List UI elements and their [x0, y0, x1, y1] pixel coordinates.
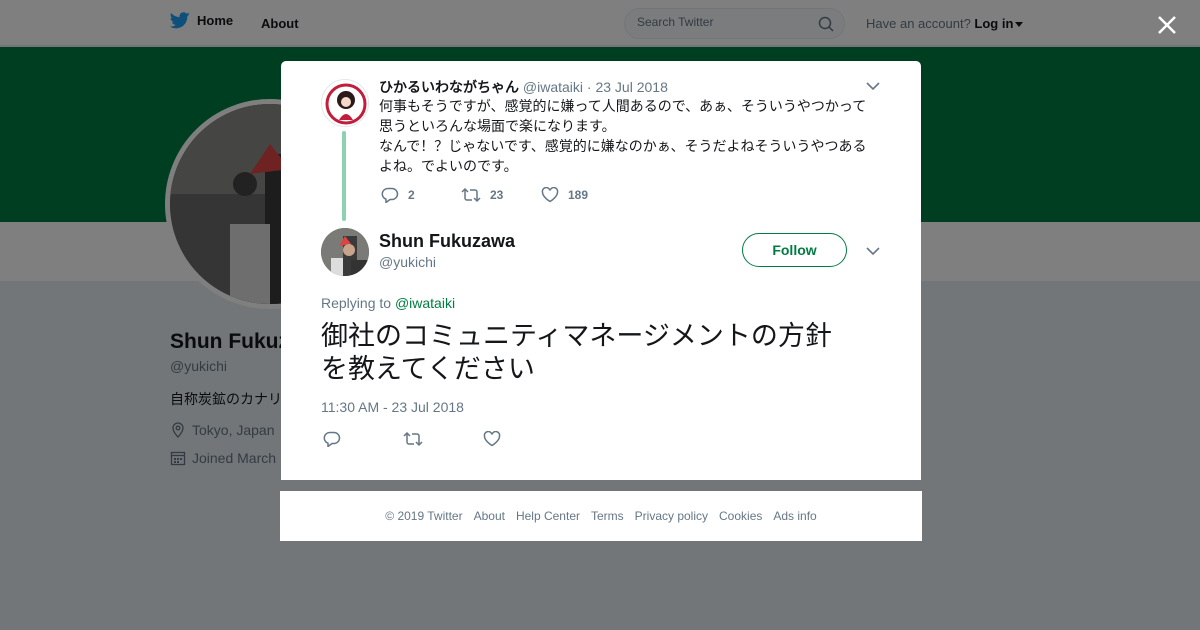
avatar-illustration: [324, 82, 368, 126]
thread-connector-line: [342, 131, 346, 221]
main-author-handle[interactable]: @yukichi: [379, 254, 436, 270]
footer-link-privacy[interactable]: Privacy policy: [635, 509, 708, 523]
follow-button[interactable]: Follow: [742, 233, 847, 267]
replying-to: Replying to @iwataiki: [321, 295, 455, 311]
heart-icon: [541, 187, 559, 203]
footer-link-help-center[interactable]: Help Center: [516, 509, 580, 523]
retweet-count: 23: [490, 188, 504, 202]
replying-to-link[interactable]: @iwataiki: [395, 295, 455, 311]
chevron-down-icon[interactable]: [866, 81, 880, 91]
tweet-modal: ひかるいわながちゃん @iwataiki · 23 Jul 2018 何事もそう…: [281, 61, 921, 480]
reply-count: 2: [408, 188, 415, 202]
close-icon[interactable]: [1154, 12, 1180, 38]
chevron-down-icon[interactable]: [866, 246, 880, 256]
retweet-action[interactable]: [403, 431, 483, 447]
parent-tweet-date[interactable]: 23 Jul 2018: [595, 79, 667, 95]
like-action[interactable]: [483, 431, 563, 447]
separator-dot: ·: [586, 79, 592, 95]
main-tweet-timestamp[interactable]: 11:30 AM - 23 Jul 2018: [321, 399, 464, 415]
parent-tweet-line: 何事もそうですが、感覚的に嫌って人間あるので、あぁ、そういうやつかって: [379, 98, 867, 114]
reply-icon: [381, 187, 399, 203]
like-count: 189: [568, 188, 589, 202]
replying-prefix: Replying to: [321, 295, 392, 311]
main-author-name[interactable]: Shun Fukuzawa: [379, 231, 515, 252]
parent-tweet-text: 何事もそうですが、感覚的に嫌って人間あるので、あぁ、そういうやつかって 思うとい…: [379, 96, 879, 176]
reply-icon: [323, 431, 341, 447]
parent-tweet-line: 思うといろんな場面で楽になります。: [379, 118, 616, 134]
parent-tweet-line: なんで！？じゃないです、感覚的に嫌なのかぁ、そうだよねそういうやつある: [379, 138, 867, 154]
heart-icon: [483, 431, 501, 447]
retweet-action[interactable]: 23: [461, 187, 541, 203]
parent-tweet-line: よね。でよいのです。: [379, 158, 518, 174]
avatar-photo: [321, 228, 369, 276]
parent-tweet-actions: 2 23 189: [381, 187, 621, 203]
footer-link-cookies[interactable]: Cookies: [719, 509, 762, 523]
footer-link-ads-info[interactable]: Ads info: [773, 509, 816, 523]
footer-link-terms[interactable]: Terms: [591, 509, 624, 523]
modal-footer: © 2019 Twitter About Help Center Terms P…: [280, 491, 922, 541]
reply-action[interactable]: 2: [381, 187, 461, 203]
main-tweet-line: を教えてください: [321, 354, 535, 384]
parent-tweet-avatar[interactable]: [321, 79, 369, 127]
main-tweet-line: 御社のコミュニティマネージメントの方針: [321, 321, 832, 351]
main-tweet-avatar[interactable]: [321, 228, 369, 276]
parent-author-name[interactable]: ひかるいわながちゃん: [379, 79, 519, 95]
main-tweet-text: 御社のコミュニティマネージメントの方針 を教えてください: [321, 320, 881, 386]
reply-action[interactable]: [323, 431, 403, 447]
retweet-icon: [403, 431, 423, 447]
main-tweet-actions: [323, 431, 563, 447]
like-action[interactable]: 189: [541, 187, 621, 203]
retweet-icon: [461, 187, 481, 203]
footer-link-about[interactable]: About: [474, 509, 505, 523]
parent-author-handle[interactable]: @iwataiki: [523, 79, 583, 95]
copyright-text: © 2019 Twitter: [385, 509, 463, 523]
parent-tweet-header: ひかるいわながちゃん @iwataiki · 23 Jul 2018: [379, 77, 668, 97]
